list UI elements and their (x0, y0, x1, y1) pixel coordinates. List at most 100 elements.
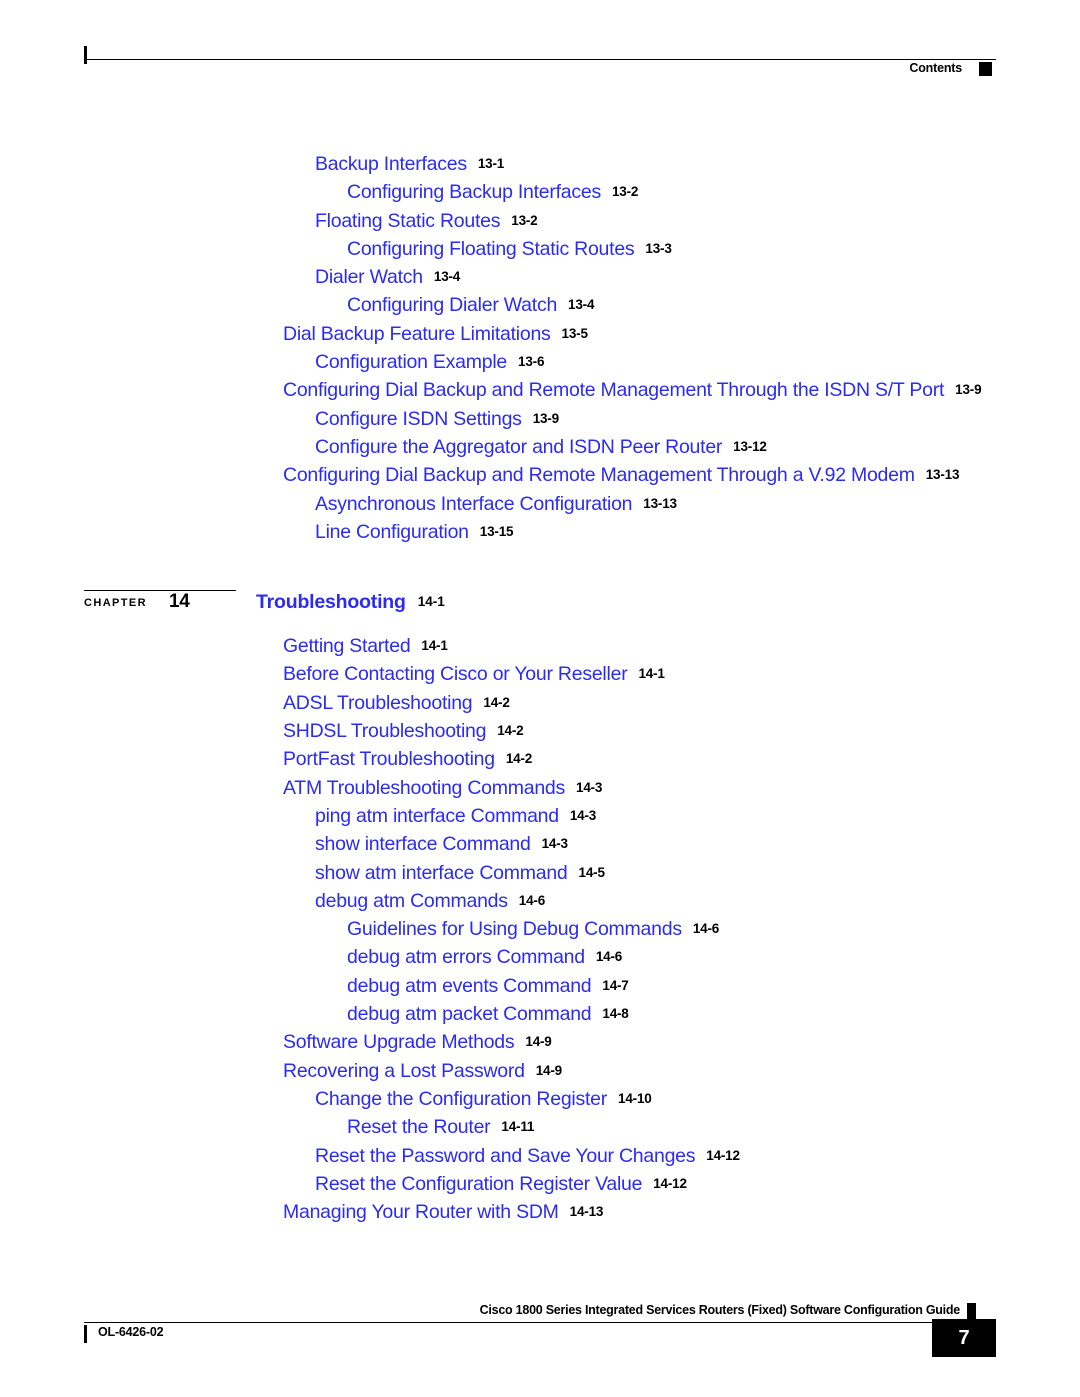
toc-entry[interactable]: ping atm interface Command 14-3 (0, 802, 1080, 830)
toc-entry-link[interactable]: Reset the Configuration Register Value (315, 1173, 643, 1195)
toc-entry[interactable]: Dialer Watch 13-4 (0, 263, 1080, 291)
toc-entry[interactable]: debug atm events Command 14-7 (0, 972, 1080, 1000)
toc-entry[interactable]: show atm interface Command 14-5 (0, 859, 1080, 887)
toc-entry-page: 13-6 (518, 354, 545, 370)
toc-entry[interactable]: Reset the Password and Save Your Changes… (0, 1142, 1080, 1170)
toc-entry[interactable]: Managing Your Router with SDM 14-13 (0, 1198, 1080, 1226)
toc-entry[interactable]: Backup Interfaces 13-1 (0, 150, 1080, 178)
toc-entry-link[interactable]: Backup Interfaces (315, 153, 467, 175)
toc-entry-page: 13-3 (645, 240, 672, 256)
footer-page-number: 7 (958, 1327, 970, 1349)
toc-entry-link[interactable]: debug atm errors Command (347, 946, 585, 968)
toc-entry[interactable]: Configuring Floating Static Routes 13-3 (0, 235, 1080, 263)
toc-entry-page: 14-2 (505, 751, 533, 767)
toc-entry-link[interactable]: SHDSL Troubleshooting (283, 720, 486, 742)
toc-entry-link[interactable]: Configuring Floating Static Routes (347, 238, 635, 260)
toc-entry-link[interactable]: Line Configuration (315, 521, 469, 543)
footer-page-number-box: 7 (932, 1319, 996, 1357)
toc-entry-link[interactable]: Configuring Dial Backup and Remote Manag… (283, 379, 944, 401)
toc-entry[interactable]: Dial Backup Feature Limitations 13-5 (0, 320, 1080, 348)
toc-entry[interactable]: Configuration Example 13-6 (0, 348, 1080, 376)
chapter-title-page: 14-1 (417, 594, 445, 610)
toc-entry-link[interactable]: Dial Backup Feature Limitations (283, 323, 551, 345)
toc-entry-page: 13-15 (479, 523, 514, 539)
chapter-title-link[interactable]: Troubleshooting (256, 591, 406, 613)
toc-entry-page: 14-9 (525, 1034, 552, 1050)
toc-entry[interactable]: Configure the Aggregator and ISDN Peer R… (0, 433, 1080, 461)
toc-entry-link[interactable]: Configuring Dialer Watch (347, 294, 557, 316)
toc-entry-link[interactable]: PortFast Troubleshooting (283, 748, 495, 770)
toc-entry[interactable]: debug atm errors Command 14-6 (0, 943, 1080, 971)
toc-entry-page: 14-5 (578, 864, 605, 880)
toc-entry[interactable]: debug atm packet Command 14-8 (0, 1000, 1080, 1028)
toc-entry-link[interactable]: Reset the Router (347, 1116, 491, 1138)
toc-entry[interactable]: Software Upgrade Methods 14-9 (0, 1028, 1080, 1056)
toc-entry-link[interactable]: show interface Command (315, 833, 531, 855)
toc-entry[interactable]: Configure ISDN Settings 13-9 (0, 405, 1080, 433)
black-square-icon (979, 62, 992, 76)
toc-entry-link[interactable]: Software Upgrade Methods (283, 1031, 515, 1053)
toc-entry-link[interactable]: show atm interface Command (315, 862, 568, 884)
toc-entry[interactable]: debug atm Commands 14-6 (0, 887, 1080, 915)
toc-entry[interactable]: show interface Command 14-3 (0, 830, 1080, 858)
toc-entry-link[interactable]: ADSL Troubleshooting (283, 692, 473, 714)
toc-entry[interactable]: Floating Static Routes 13-2 (0, 207, 1080, 235)
toc-entry-link[interactable]: Managing Your Router with SDM (283, 1201, 559, 1223)
toc-entry-page: 13-13 (643, 495, 677, 511)
toc-entry-page: 14-1 (638, 666, 665, 682)
toc-entry-link[interactable]: Configure ISDN Settings (315, 408, 522, 430)
toc-entry[interactable]: Line Configuration 13-15 (0, 518, 1080, 546)
toc-entry-link[interactable]: ping atm interface Command (315, 805, 559, 827)
toc-entry[interactable]: Configuring Dialer Watch 13-4 (0, 291, 1080, 319)
toc-entry-page: 14-8 (602, 1006, 629, 1022)
toc-entry-link[interactable]: debug atm packet Command (347, 1003, 592, 1025)
toc-entry-page: 14-12 (706, 1147, 740, 1163)
toc-entry-link[interactable]: Before Contacting Cisco or Your Reseller (283, 663, 628, 685)
toc-entry[interactable]: Change the Configuration Register 14-10 (0, 1085, 1080, 1113)
toc-entry[interactable]: Getting Started 14-1 (0, 632, 1080, 660)
toc-entry[interactable]: ATM Troubleshooting Commands 14-3 (0, 774, 1080, 802)
toc-entry-link[interactable]: Reset the Password and Save Your Changes (315, 1145, 696, 1167)
toc-entry-link[interactable]: Configuration Example (315, 351, 507, 373)
chapter-number: 14 (169, 591, 190, 613)
toc-entry-page: 14-1 (421, 638, 448, 654)
footer-doc-id: OL-6426-02 (98, 1325, 164, 1339)
toc-entry-link[interactable]: Configuring Dial Backup and Remote Manag… (283, 464, 915, 486)
toc-entry[interactable]: Configuring Dial Backup and Remote Manag… (0, 376, 1080, 404)
table-of-contents: Backup Interfaces 13-1 Configuring Backup … (0, 150, 1080, 1226)
toc-entry[interactable]: SHDSL Troubleshooting 14-2 (0, 717, 1080, 745)
toc-entry[interactable]: Before Contacting Cisco or Your Reseller… (0, 660, 1080, 688)
toc-entry-link[interactable]: Dialer Watch (315, 266, 423, 288)
toc-entry-link[interactable]: Configuring Backup Interfaces (347, 181, 601, 203)
toc-entry[interactable]: Asynchronous Interface Configuration 13-1… (0, 490, 1080, 518)
toc-entry-link[interactable]: Change the Configuration Register (315, 1088, 607, 1110)
toc-entry-page: 14-12 (653, 1175, 687, 1191)
toc-entry[interactable]: Configuring Backup Interfaces 13-2 (0, 178, 1080, 206)
black-square-icon (967, 1303, 976, 1320)
toc-entry-link[interactable]: Configure the Aggregator and ISDN Peer R… (315, 436, 722, 458)
toc-entry-page: 14-13 (569, 1204, 604, 1220)
chapter-title-row[interactable]: Troubleshooting 14-1 (256, 588, 445, 618)
toc-entry-page: 13-5 (561, 325, 588, 341)
toc-entry-page: 13-2 (611, 184, 639, 200)
toc-entry-page: 14-6 (692, 921, 720, 937)
toc-entry-link[interactable]: ATM Troubleshooting Commands (283, 777, 565, 799)
toc-entry-link[interactable]: Asynchronous Interface Configuration (315, 493, 633, 515)
toc-entry-link[interactable]: debug atm Commands (315, 890, 508, 912)
toc-entry-link[interactable]: Recovering a Lost Password (283, 1060, 525, 1082)
toc-entry-page: 13-4 (433, 269, 461, 285)
toc-entry-link[interactable]: Guidelines for Using Debug Commands (347, 918, 682, 940)
toc-entry-link[interactable]: Floating Static Routes (315, 210, 501, 232)
toc-entry[interactable]: Guidelines for Using Debug Commands 14-6 (0, 915, 1080, 943)
page-footer: Cisco 1800 Series Integrated Services Ro… (84, 1303, 996, 1383)
toc-entry[interactable]: Configuring Dial Backup and Remote Manag… (0, 461, 1080, 489)
toc-entry-link[interactable]: Getting Started (283, 635, 411, 657)
toc-entry-link[interactable]: debug atm events Command (347, 975, 592, 997)
header-rule (84, 59, 996, 60)
toc-entry[interactable]: ADSL Troubleshooting 14-2 (0, 689, 1080, 717)
toc-entry[interactable]: PortFast Troubleshooting 14-2 (0, 745, 1080, 773)
toc-entry-page: 13-13 (925, 467, 960, 483)
toc-entry[interactable]: Reset the Configuration Register Value 14… (0, 1170, 1080, 1198)
toc-entry[interactable]: Reset the Router 14-11 (0, 1113, 1080, 1141)
toc-entry[interactable]: Recovering a Lost Password 14-9 (0, 1057, 1080, 1085)
